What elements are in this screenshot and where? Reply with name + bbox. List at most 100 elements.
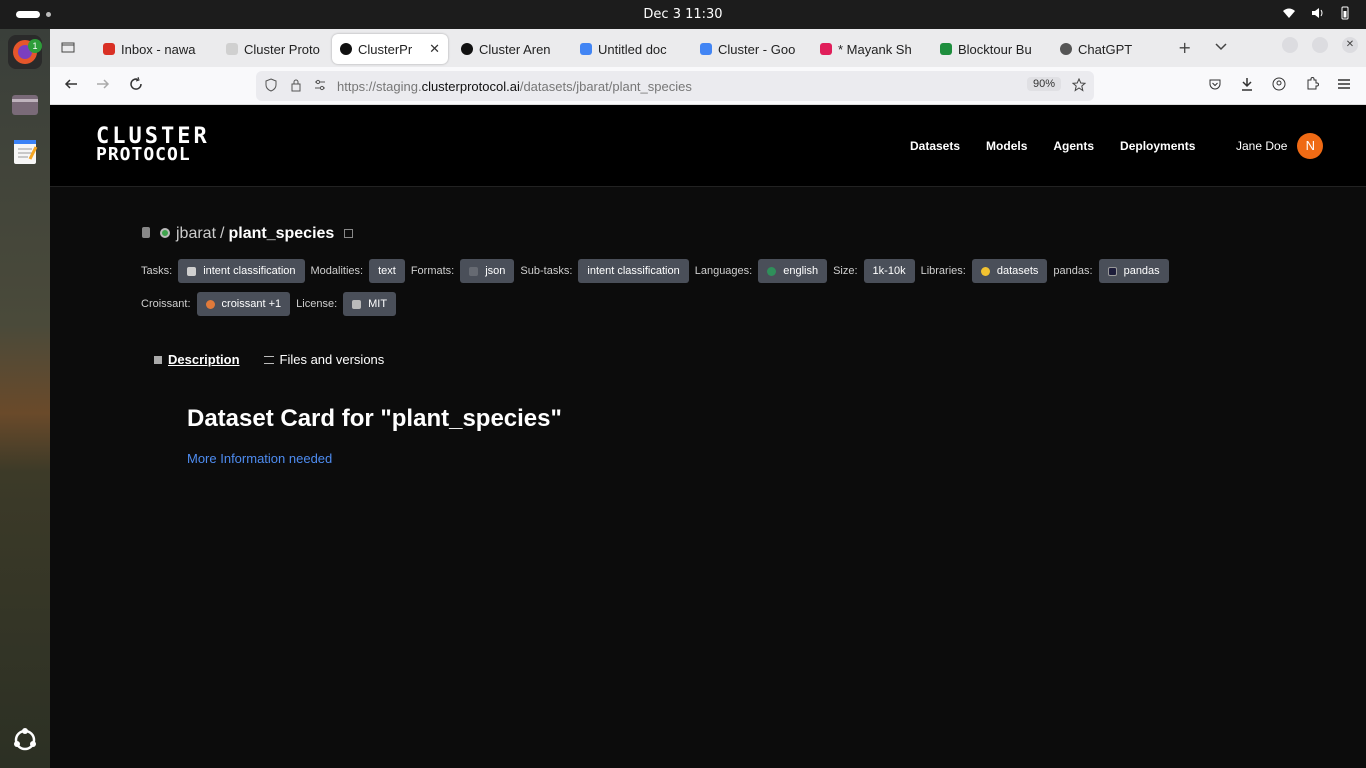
dataset-name: plant_species	[228, 225, 335, 242]
cluster-favicon	[340, 43, 352, 55]
subtasks-label: Sub-tasks:	[520, 265, 573, 277]
dataset-tabs: Description Files and versions	[154, 352, 384, 367]
downloads-icon[interactable]	[1240, 77, 1254, 95]
site-header: CLUSTER PROTOCOL Datasets Models Agents …	[50, 105, 1366, 187]
tab-gmail[interactable]: Inbox - nawa	[95, 34, 207, 64]
libraries-label: Libraries:	[920, 265, 966, 277]
pandas-icon	[1107, 266, 1117, 276]
text-editor-app-icon[interactable]	[8, 135, 42, 169]
zoom-level[interactable]: 90%	[1027, 77, 1062, 91]
cluster-favicon	[461, 43, 473, 55]
shield-icon[interactable]	[264, 78, 278, 96]
lock-icon[interactable]	[289, 78, 303, 96]
avatar[interactable]: N	[1297, 133, 1324, 159]
modalities-label: Modalities:	[310, 265, 364, 277]
slack-icon	[820, 43, 832, 55]
nav-agents[interactable]: Agents	[1053, 139, 1094, 153]
tab-chatgpt[interactable]: ChatGPT	[1052, 34, 1164, 64]
main-nav: Datasets Models Agents Deployments	[910, 139, 1195, 153]
croissant-icon	[205, 299, 215, 309]
gmail-icon	[103, 43, 115, 55]
json-icon	[469, 266, 479, 276]
account-icon[interactable]	[1272, 77, 1286, 95]
nav-datasets[interactable]: Datasets	[910, 139, 960, 153]
tag-croissant[interactable]: croissant +1	[196, 292, 291, 316]
tab-description[interactable]: Description	[154, 352, 240, 367]
bookmark-star-icon[interactable]	[1071, 77, 1087, 96]
tab-blocktour[interactable]: Blocktour Bu	[932, 34, 1044, 64]
system-clock[interactable]: Dec 3 11:30	[0, 7, 1366, 22]
tag-tasks[interactable]: intent classification	[178, 259, 305, 283]
web-page: CLUSTER PROTOCOL Datasets Models Agents …	[50, 105, 1366, 768]
minimize-icon[interactable]	[1282, 37, 1298, 53]
tag-license[interactable]: MIT	[343, 292, 397, 316]
globe-icon	[767, 266, 777, 276]
menu-hamburger-icon[interactable]	[1337, 77, 1351, 95]
list-tabs-chevron-icon[interactable]	[1214, 39, 1228, 57]
tab-cluster-arena[interactable]: Cluster Aren	[453, 34, 565, 64]
system-tray[interactable]	[1282, 6, 1352, 20]
pandas-label: pandas:	[1053, 265, 1093, 277]
tab-untitled-doc[interactable]: Untitled doc	[572, 34, 684, 64]
dataset-card-title: Dataset Card for "plant_species"	[187, 405, 562, 432]
cluster-protocol-logo[interactable]: CLUSTER PROTOCOL	[96, 126, 210, 164]
tag-formats[interactable]: json	[460, 259, 515, 283]
tasks-label: Tasks:	[141, 265, 173, 277]
tasks-icon	[187, 266, 197, 276]
google-docs-icon	[580, 43, 592, 55]
user-name[interactable]: Jane Doe	[1236, 139, 1287, 153]
extensions-icon[interactable]	[1305, 77, 1319, 95]
license-label: License:	[296, 298, 338, 310]
dataset-owner-link[interactable]: jbarat	[176, 225, 216, 243]
tab-bar: Inbox - nawa Cluster Proto ClusterPr ✕ C…	[50, 29, 1366, 67]
cluster-favicon	[226, 43, 238, 55]
tab-cluster-proto[interactable]: Cluster Proto	[218, 34, 330, 64]
browser-window: Inbox - nawa Cluster Proto ClusterPr ✕ C…	[50, 29, 1366, 768]
close-tab-icon[interactable]: ✕	[429, 41, 440, 57]
forward-arrow-icon[interactable]	[96, 77, 110, 95]
reload-icon[interactable]	[129, 76, 143, 95]
cube-icon	[154, 355, 162, 364]
volume-icon	[1310, 6, 1324, 20]
permissions-icon[interactable]	[313, 78, 327, 96]
tag-pandas[interactable]: pandas	[1098, 259, 1169, 283]
show-apps-icon[interactable]	[8, 723, 42, 757]
restore-icon[interactable]	[1312, 37, 1328, 53]
user-menu[interactable]: Jane Doe N	[1236, 133, 1324, 159]
files-app-icon[interactable]	[8, 87, 42, 121]
navigation-bar: https://staging.clusterprotocol.ai/datas…	[50, 67, 1366, 105]
scale-icon	[352, 299, 362, 309]
formats-label: Formats:	[410, 265, 455, 277]
chatgpt-icon	[1060, 43, 1072, 55]
wifi-icon	[1282, 6, 1296, 20]
tab-cluster-google[interactable]: Cluster - Goo	[692, 34, 804, 64]
close-window-icon[interactable]: ✕	[1342, 37, 1358, 53]
croissant-label: Croissant:	[141, 298, 191, 310]
tag-subtasks[interactable]: intent classification	[578, 259, 689, 283]
tab-slack[interactable]: * Mayank Sh	[812, 34, 924, 64]
tab-files-and-versions[interactable]: Files and versions	[263, 352, 384, 367]
url-text[interactable]: https://staging.clusterprotocol.ai/datas…	[337, 79, 692, 94]
pocket-icon[interactable]	[1208, 77, 1222, 95]
tag-languages[interactable]: english	[758, 259, 828, 283]
dock: 1	[0, 29, 50, 768]
nav-deployments[interactable]: Deployments	[1120, 139, 1195, 153]
tab-clusterprotocol-active[interactable]: ClusterPr ✕	[332, 34, 448, 64]
nav-models[interactable]: Models	[986, 139, 1027, 153]
owner-avatar-icon	[160, 228, 170, 238]
tab-overview-icon[interactable]	[61, 40, 75, 58]
system-top-bar: Dec 3 11:30	[0, 0, 1366, 29]
more-information-link[interactable]: More Information needed	[187, 451, 332, 466]
copy-icon[interactable]	[344, 229, 354, 238]
tag-libraries[interactable]: datasets	[971, 259, 1048, 283]
hugging-face-icon	[980, 266, 990, 276]
breadcrumb-separator: /	[220, 225, 225, 242]
back-arrow-icon[interactable]	[64, 77, 78, 95]
tag-row-1: Tasks: intent classification Modalities:…	[141, 259, 1169, 283]
google-sheets-icon	[940, 43, 952, 55]
tag-modalities[interactable]: text	[369, 259, 405, 283]
new-tab-icon[interactable]: +	[1178, 38, 1191, 57]
database-icon	[142, 227, 150, 238]
address-bar[interactable]: https://staging.clusterprotocol.ai/datas…	[256, 71, 1094, 101]
tag-size[interactable]: 1k-10k	[863, 259, 915, 283]
